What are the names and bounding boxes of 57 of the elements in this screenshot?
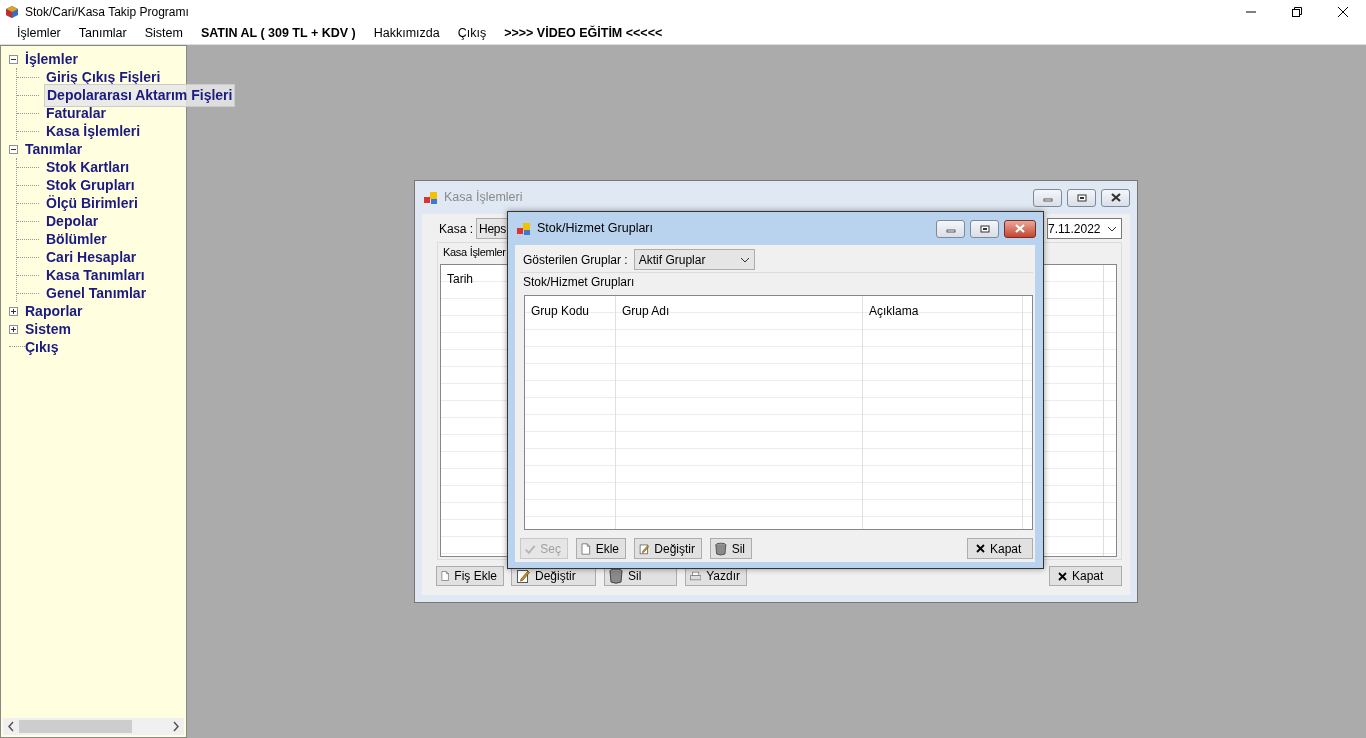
menu-item[interactable]: Sistem — [135, 24, 192, 43]
close-icon — [1109, 193, 1122, 202]
app-icon — [5, 4, 19, 19]
trash-icon — [715, 540, 727, 557]
collapse-icon[interactable] — [9, 54, 18, 64]
delete-button[interactable]: Sil — [710, 538, 752, 559]
minimize-button[interactable] — [1033, 188, 1062, 207]
menu-item[interactable]: SATIN AL ( 309 TL + KDV ) — [191, 24, 365, 43]
window-icon — [517, 221, 531, 236]
chevron-down-icon — [1107, 225, 1117, 232]
menu-item[interactable]: Hakkımızda — [364, 24, 449, 43]
tree-item[interactable]: Depolararası Aktarım Fişleri — [44, 83, 236, 107]
menu-item[interactable]: Tanımlar — [69, 24, 136, 43]
window-title: Stok/Hizmet Grupları — [537, 220, 653, 238]
edit-icon — [516, 568, 530, 584]
scrollbar-thumb[interactable] — [19, 720, 132, 733]
column-header: Açıklama — [863, 296, 1023, 529]
menu-item[interactable]: >>>> VİDEO EĞİTİM <<<<< — [495, 24, 672, 43]
close-button[interactable]: Kapat — [967, 538, 1033, 559]
add-button[interactable]: Ekle — [576, 538, 626, 559]
close-icon — [1338, 6, 1348, 17]
column-header: Tarih — [446, 270, 474, 288]
field-label: Gösterilen Gruplar : — [523, 251, 628, 269]
expand-icon[interactable] — [9, 324, 18, 334]
close-button[interactable]: Kapat — [1049, 566, 1122, 586]
close-button[interactable] — [1101, 188, 1130, 207]
group-label: Stok/Hizmet Grupları — [523, 274, 636, 291]
chevron-down-icon — [739, 256, 750, 263]
close-icon — [976, 544, 985, 553]
menu-item[interactable]: Çıkış — [448, 24, 496, 43]
restore-icon — [1292, 6, 1302, 17]
close-icon — [1058, 571, 1067, 581]
maximize-icon — [979, 224, 990, 233]
minimize-button[interactable] — [936, 219, 965, 238]
page-icon — [581, 540, 591, 557]
page-icon — [441, 568, 450, 584]
maximize-button[interactable] — [1067, 188, 1096, 207]
maximize-button[interactable] — [970, 219, 999, 238]
date-picker[interactable]: 7.11.2022 — [1047, 218, 1122, 239]
window-icon — [424, 190, 438, 205]
close-button[interactable] — [1004, 219, 1036, 238]
filter-dropdown[interactable]: Aktif Gruplar — [633, 249, 755, 270]
close-icon — [1014, 224, 1026, 233]
column-header: Grup Adı — [616, 296, 863, 529]
field-label: Kasa : — [439, 220, 474, 238]
printer-icon — [690, 569, 702, 583]
window-title: Kasa İşlemleri — [444, 189, 523, 207]
column-header: Grup Kodu — [525, 296, 616, 529]
add-button[interactable]: Fiş Ekle — [436, 566, 504, 586]
expand-icon[interactable] — [9, 306, 18, 316]
collapse-icon[interactable] — [9, 144, 18, 154]
menu-item[interactable]: İşlemler — [8, 24, 70, 43]
group-label: Kasa İşlemler — [443, 245, 506, 260]
edit-button[interactable]: Değiştir — [634, 538, 702, 559]
maximize-icon — [1076, 193, 1087, 202]
trash-icon — [609, 568, 623, 584]
window-title: Stok/Cari/Kasa Takip Programı — [25, 3, 189, 21]
